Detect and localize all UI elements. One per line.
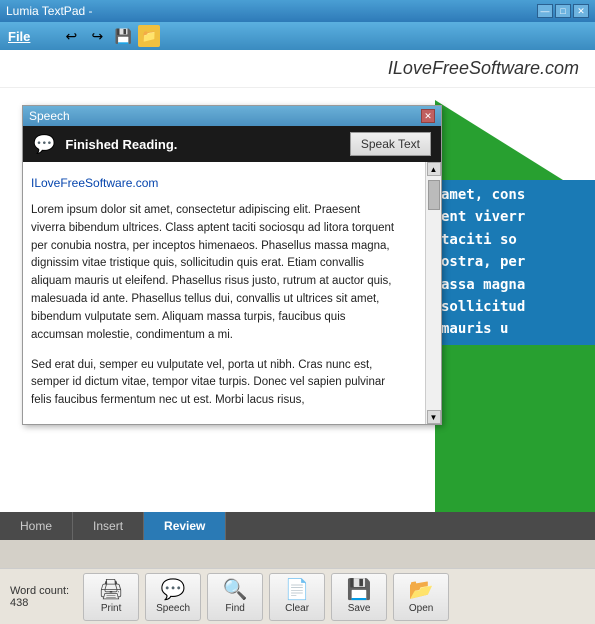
file-menu[interactable]: File: [8, 29, 30, 44]
find-icon: 🔍: [223, 580, 248, 600]
save-button[interactable]: 💾 Save: [331, 573, 387, 621]
print-icon: 🖨: [98, 580, 123, 600]
print-label: Print: [101, 603, 122, 614]
tab-review[interactable]: Review: [144, 512, 226, 540]
clear-label: Clear: [285, 603, 309, 614]
open-label: Open: [409, 603, 433, 614]
blue-text-6: mauris u: [441, 318, 589, 340]
scroll-thumb[interactable]: [428, 180, 440, 210]
save-toolbar-button[interactable]: 💾: [112, 25, 134, 47]
close-button[interactable]: ✕: [573, 4, 589, 18]
find-label: Find: [225, 603, 244, 614]
dialog-body: Lorem ipsum dolor sit amet, consectetur …: [31, 202, 417, 410]
blue-text-overlay: amet, cons ent viverr taciti so ostra, p…: [435, 180, 595, 345]
undo-button[interactable]: ↩: [60, 25, 82, 47]
website-banner: ILoveFreeSoftware.com: [0, 50, 595, 88]
open-icon: 📂: [409, 580, 434, 600]
word-count-value: 438: [10, 597, 69, 609]
window-controls: — □ ✕: [537, 4, 589, 18]
speech-button[interactable]: 💬 Speech: [145, 573, 201, 621]
word-count-label: Word count:: [10, 585, 69, 597]
open-toolbar-button[interactable]: 📁: [138, 25, 160, 47]
blue-text-2: taciti so: [441, 229, 589, 251]
clear-button[interactable]: 📄 Clear: [269, 573, 325, 621]
speech-bubble-icon: 💬: [33, 134, 55, 155]
speech-textarea[interactable]: ILoveFreeSoftware.com Lorem ipsum dolor …: [23, 162, 441, 422]
main-content: ILoveFreeSoftware.com amet, cons ent viv…: [0, 50, 595, 512]
speech-dialog-titlebar: Speech ✕: [23, 106, 441, 126]
blue-text-1: ent viverr: [441, 206, 589, 228]
speech-status-bar: 💬 Finished Reading. Speak Text: [23, 126, 441, 162]
blue-text-3: ostra, per: [441, 251, 589, 273]
app-title: Lumia TextPad -: [6, 4, 537, 18]
minimize-button[interactable]: —: [537, 4, 553, 18]
open-button[interactable]: 📂 Open: [393, 573, 449, 621]
title-bar: Lumia TextPad - — □ ✕: [0, 0, 595, 22]
speech-content-area: ILoveFreeSoftware.com Lorem ipsum dolor …: [23, 162, 441, 424]
word-count-area: Word count: 438: [10, 585, 69, 609]
tab-home[interactable]: Home: [0, 512, 73, 540]
speech-dialog-title: Speech: [29, 109, 70, 123]
speech-status-text: Finished Reading.: [65, 137, 339, 152]
decorative-area: amet, cons ent viverr taciti so ostra, p…: [435, 100, 595, 512]
speech-icon: 💬: [161, 580, 186, 600]
speech-label: Speech: [156, 603, 190, 614]
blue-text-0: amet, cons: [441, 184, 589, 206]
print-button[interactable]: 🖨 Print: [83, 573, 139, 621]
scroll-down-arrow[interactable]: ▼: [427, 410, 441, 424]
body-paragraph-1: Lorem ipsum dolor sit amet, consectetur …: [31, 202, 397, 345]
speech-scrollbar[interactable]: ▲ ▼: [425, 162, 441, 424]
toolbar-icons: ↩ ↪ 💾 📁: [60, 25, 160, 47]
save-icon: 💾: [347, 580, 372, 600]
clear-icon: 📄: [285, 580, 310, 600]
save-label: Save: [348, 603, 371, 614]
find-button[interactable]: 🔍 Find: [207, 573, 263, 621]
blue-text-4: assa magna: [441, 274, 589, 296]
speech-dialog: Speech ✕ 💬 Finished Reading. Speak Text …: [22, 105, 442, 425]
redo-button[interactable]: ↪: [86, 25, 108, 47]
speech-dialog-close-button[interactable]: ✕: [421, 109, 435, 123]
tab-insert[interactable]: Insert: [73, 512, 144, 540]
website-link-in-dialog[interactable]: ILoveFreeSoftware.com: [31, 170, 417, 202]
scroll-up-arrow[interactable]: ▲: [427, 162, 441, 176]
body-paragraph-2: Sed erat dui, semper eu vulputate vel, p…: [31, 357, 397, 410]
speak-text-button[interactable]: Speak Text: [350, 132, 431, 156]
blue-text-5: sollicitud: [441, 296, 589, 318]
bottom-toolbar: Word count: 438 🖨 Print 💬 Speech 🔍 Find …: [0, 568, 595, 624]
menu-bar: File ↩ ↪ 💾 📁: [0, 22, 595, 50]
website-url: ILoveFreeSoftware.com: [388, 58, 579, 78]
maximize-button[interactable]: □: [555, 4, 571, 18]
tab-bar: Home Insert Review: [0, 512, 595, 540]
